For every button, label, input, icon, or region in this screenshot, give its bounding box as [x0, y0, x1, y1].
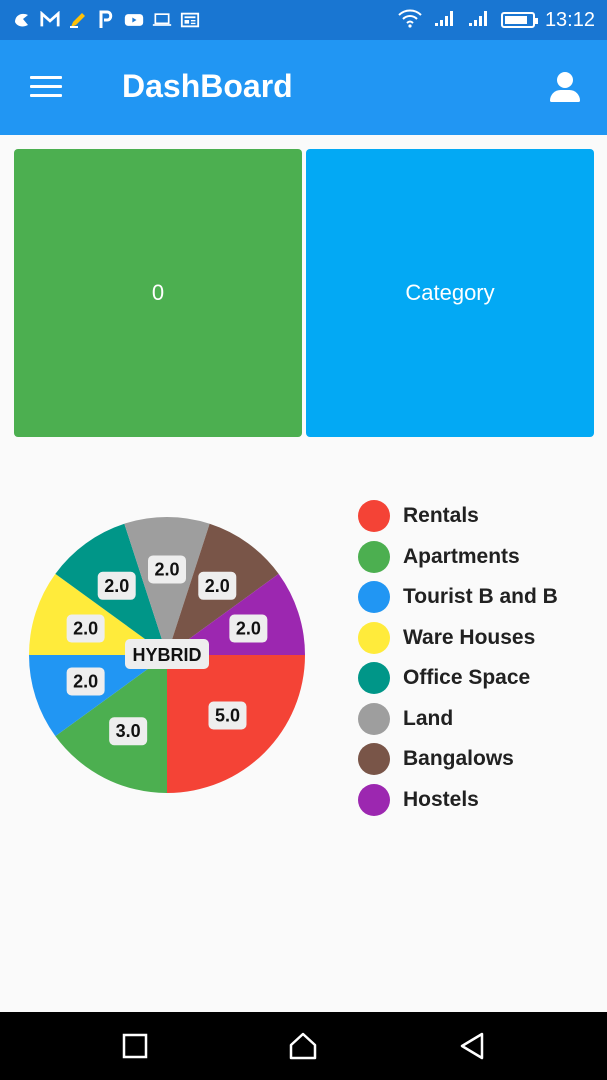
count-card[interactable]: 0 [14, 149, 302, 437]
legend-item: Land [358, 699, 558, 740]
svg-text:2.0: 2.0 [73, 619, 98, 639]
notification-icons [12, 10, 200, 30]
svg-text:2.0: 2.0 [73, 671, 98, 691]
svg-text:2.0: 2.0 [104, 576, 129, 596]
legend-swatch [358, 621, 390, 654]
signal-icon [433, 9, 457, 31]
legend-swatch [358, 702, 390, 735]
count-value: 0 [151, 280, 165, 305]
svg-text:2.0: 2.0 [205, 576, 230, 596]
legend-item: Hostels [358, 780, 558, 821]
home-icon[interactable] [287, 1030, 319, 1062]
person-icon[interactable] [549, 71, 581, 105]
battery-level [504, 16, 528, 24]
legend-label: Office Space [403, 666, 531, 690]
legend-item: Rentals [358, 496, 558, 537]
legend-item: Bangalows [358, 739, 558, 780]
pie-value-label: 2.0 [66, 667, 105, 696]
legend-label: Land [403, 706, 454, 730]
legend-item: Office Space [358, 658, 558, 699]
back-triangle-icon[interactable] [456, 1030, 488, 1062]
battery-icon [500, 12, 538, 28]
legend-label: Apartments [403, 544, 520, 568]
pie-value-label: 2.0 [66, 614, 105, 643]
pie-value-label: 2.0 [97, 571, 136, 600]
legend-swatch [358, 662, 390, 695]
system-nav-bar [0, 1012, 607, 1080]
pie-value-label: 5.0 [208, 701, 247, 730]
paypal-icon [96, 10, 116, 30]
signal-icon-2 [467, 9, 491, 31]
legend-swatch [358, 500, 390, 533]
pie-value-label: 2.0 [148, 555, 186, 584]
pie-value-label: 2.0 [229, 614, 268, 643]
legend-item: Ware Houses [358, 618, 558, 659]
svg-text:2.0: 2.0 [236, 619, 261, 639]
legend-swatch [358, 743, 390, 776]
category-card[interactable]: Category [306, 149, 594, 437]
pie-value-label: 3.0 [109, 717, 148, 746]
svg-text:3.0: 3.0 [116, 721, 141, 741]
category-label: Category [405, 280, 495, 305]
square-icon[interactable] [119, 1030, 151, 1062]
legend-label: Hostels [403, 787, 479, 811]
legend-label: Rentals [403, 504, 479, 528]
gmail-icon [40, 10, 60, 30]
chart-legend: Rentals Apartments Tourist B and B Ware Hou… [358, 496, 558, 820]
svg-text:HYBRID: HYBRID [132, 645, 201, 665]
youtube-icon [124, 10, 144, 30]
app-bar: DashBoard [0, 40, 607, 135]
pencil-icon [68, 10, 88, 30]
status-right: 13:12 [397, 8, 595, 32]
legend-label: Bangalows [403, 747, 514, 771]
legend-label: Ware Houses [403, 625, 536, 649]
legend-swatch [358, 581, 390, 614]
app-icon [12, 10, 32, 30]
status-bar: 13:12 [0, 0, 607, 40]
legend-swatch [358, 783, 390, 816]
pie-value-label: 2.0 [198, 571, 237, 600]
laptop-icon [152, 10, 172, 30]
pie-chart: 5.0 3.0 2.0 2.0 2.0 2.0 2.0 2.0 HYBRID [29, 517, 305, 793]
svg-text:2.0: 2.0 [154, 559, 179, 579]
legend-swatch [358, 540, 390, 573]
pie-center-label: HYBRID [125, 639, 209, 669]
svg-text:5.0: 5.0 [215, 706, 240, 726]
page-title: DashBoard [122, 68, 293, 104]
menu-icon[interactable] [30, 76, 64, 100]
legend-label: Tourist B and B [403, 585, 558, 609]
status-time: 13:12 [544, 8, 595, 31]
news-icon [180, 10, 200, 30]
legend-item: Apartments [358, 537, 558, 578]
legend-item: Tourist B and B [358, 577, 558, 618]
wifi-icon [397, 8, 423, 32]
